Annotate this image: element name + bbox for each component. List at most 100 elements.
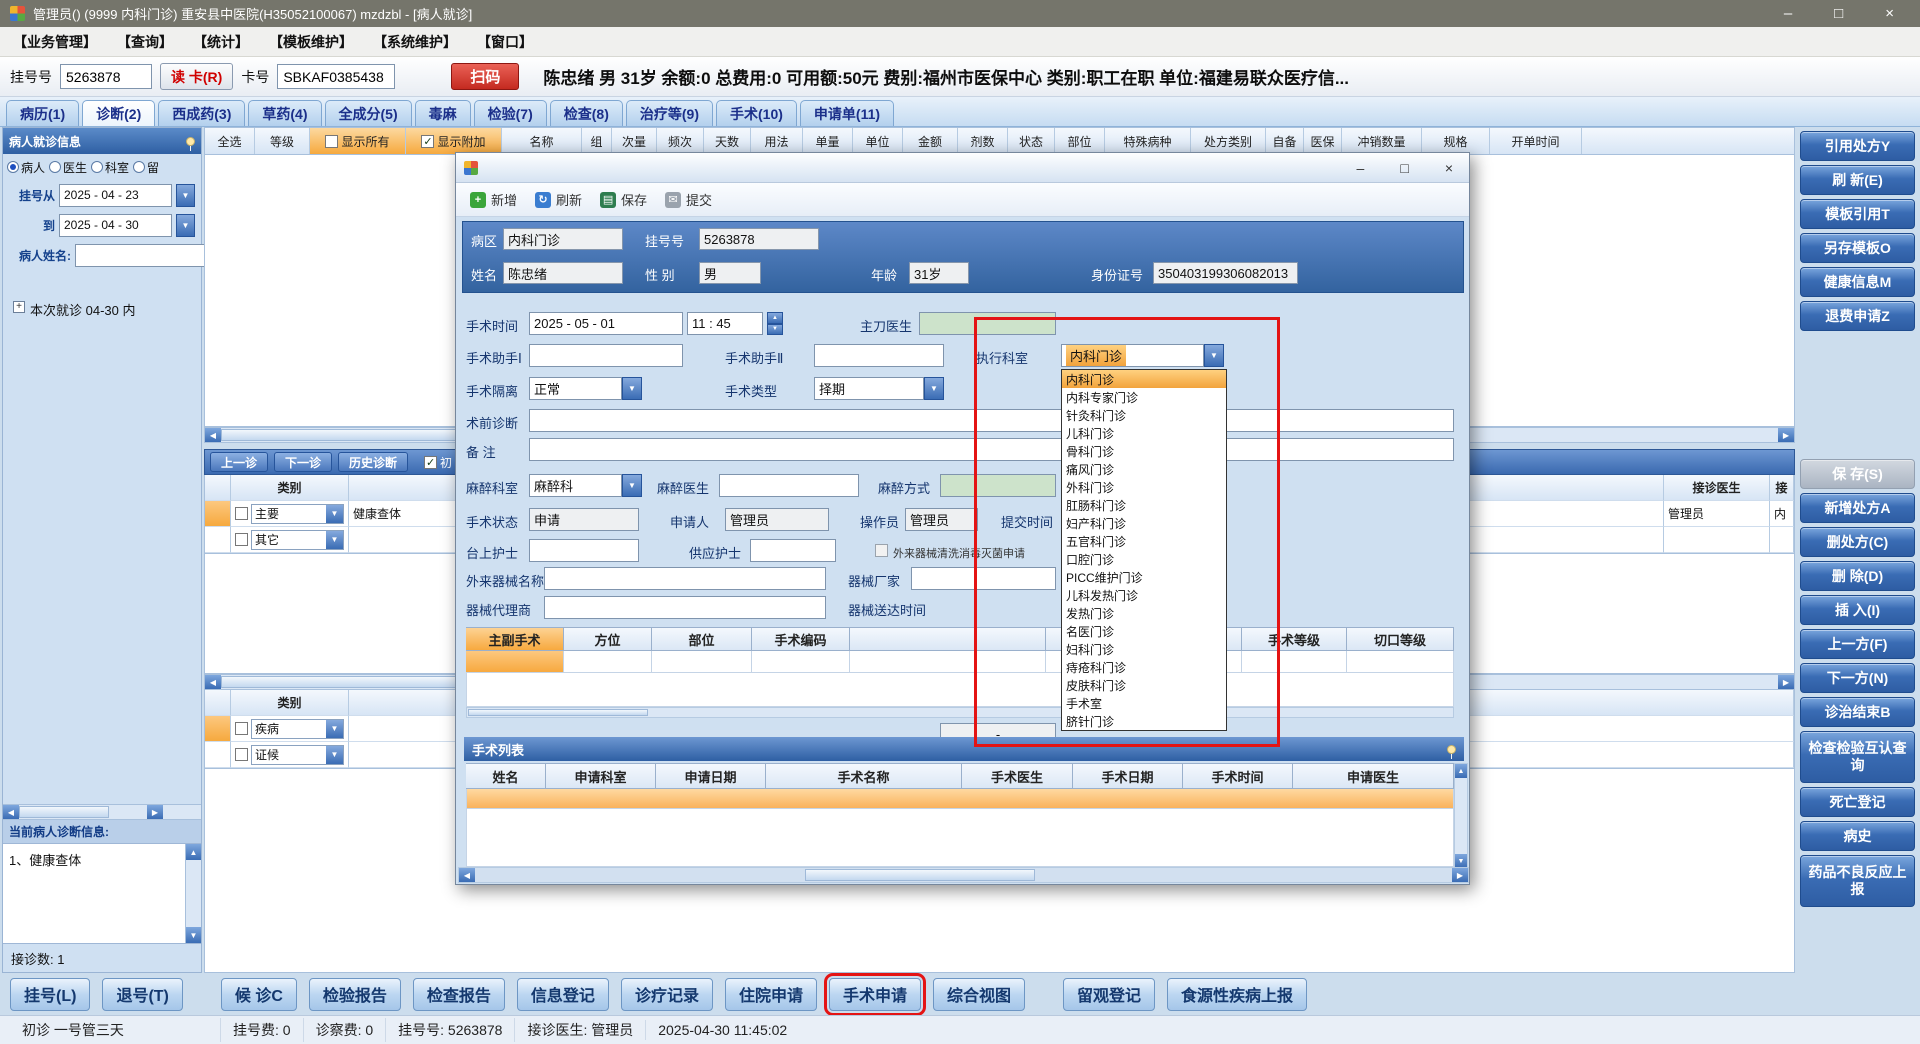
chevron-down-icon[interactable]: ▼ [326,530,343,549]
scrollbar-thumb[interactable] [19,806,109,818]
grid-column-header[interactable]: 特殊病种 [1105,128,1191,154]
spin-down-icon[interactable]: ▼ [767,323,783,335]
action-button[interactable]: 病史 [1800,821,1915,851]
bottom-bar-button[interactable]: 住院申请 [724,977,817,1011]
date-to-dropdown-icon[interactable]: ▼ [176,213,195,237]
assistant1-field[interactable] [529,344,683,367]
spin-up-icon[interactable]: ▲ [767,312,783,324]
dropdown-option[interactable]: 儿科发热门诊 [1062,586,1226,604]
category-combo[interactable]: 疾病 ▼ [251,718,344,739]
maximize-icon[interactable]: □ [1834,5,1843,22]
diagnosis-vertical-scrollbar[interactable]: ▲ ▼ [185,844,201,943]
action-button[interactable]: 删 除(D) [1800,561,1915,591]
note-field[interactable] [529,438,1454,461]
category-combo[interactable]: 主要 ▼ [251,503,344,524]
close-icon[interactable]: × [1885,5,1894,22]
action-button[interactable]: 死亡登记 [1800,787,1915,817]
grid-column-header[interactable]: 冲销数量 [1342,128,1422,154]
tree-expand-icon[interactable]: + [13,301,25,313]
read-card-button[interactable]: 读 卡(R) [160,63,234,90]
pin-icon[interactable] [186,136,195,151]
scrollbar-thumb[interactable] [468,709,648,716]
bottom-bar-button[interactable]: 留观登记 [1063,977,1156,1011]
dropdown-option[interactable]: 外科门诊 [1062,478,1226,496]
tab[interactable]: 诊断(2) [82,100,156,126]
bottom-bar-button[interactable]: 综合视图 [932,977,1025,1011]
filter-radio[interactable]: 科室 [91,159,129,176]
vendor-field[interactable] [911,567,1056,590]
date-from-dropdown-icon[interactable]: ▼ [176,183,195,207]
category-combo[interactable]: 其它 ▼ [251,529,344,550]
surgery-date-field[interactable]: 2025 - 05 - 01 [529,312,683,335]
action-button[interactable]: 另存模板O [1800,233,1915,263]
action-button[interactable]: 药品不良反应上报 [1800,855,1915,907]
minimize-icon[interactable]: – [1784,5,1792,22]
chevron-down-icon[interactable]: ▼ [622,377,642,400]
menu-item[interactable]: 【系统维护】 [366,29,464,55]
reg-no-input[interactable] [60,64,152,89]
prev-diagnosis-button[interactable]: 上一诊 [210,452,269,472]
tree-item[interactable]: 本次就诊 04-30 内 [30,300,135,319]
dropdown-option[interactable]: 脐针门诊 [1062,712,1226,730]
grid-column-header[interactable]: 次量 [612,128,657,154]
first-visit-toggle[interactable]: 初 [424,454,452,471]
menu-item[interactable]: 【窗口】 [470,29,540,55]
row-checkbox[interactable] [235,507,248,520]
sex-field[interactable]: 男 [699,262,761,284]
tab[interactable]: 病历(1) [6,100,80,126]
chevron-down-icon[interactable]: ▼ [326,745,343,764]
tab[interactable]: 检验(7) [473,100,547,126]
name-field[interactable]: 陈忠绪 [503,262,623,284]
grid-column-header[interactable]: 方位 [564,627,652,651]
grid-column-header[interactable]: 部位 [652,627,752,651]
agent-field[interactable] [544,596,826,619]
next-diagnosis-button[interactable]: 下一诊 [274,452,333,472]
grid-column-header[interactable]: 剂数 [958,128,1008,154]
category-header[interactable]: 类别 [231,690,349,716]
action-button[interactable]: 下一方(N) [1800,663,1915,693]
menu-item[interactable]: 【统计】 [186,29,256,55]
ext-instrument-name-field[interactable] [544,567,826,590]
dropdown-option[interactable]: 妇科门诊 [1062,640,1226,658]
list-vertical-scrollbar[interactable]: ▲ ▼ [1454,763,1468,869]
scroll-left-icon[interactable]: ◀ [3,805,19,819]
dropdown-option[interactable]: 儿科门诊 [1062,424,1226,442]
list-column-header[interactable]: 手术日期 [1073,763,1183,789]
clipped-header[interactable]: 接 [1770,475,1794,501]
grid-data-row[interactable] [466,651,1454,673]
exec-dept-combo[interactable]: 内科门诊 [1061,344,1204,367]
diagnosis-item[interactable]: 1、健康查体 [3,844,185,943]
anesthesia-method-field[interactable] [940,474,1056,497]
anesthesia-doctor-field[interactable] [719,474,859,497]
scroll-down-icon[interactable]: ▼ [186,927,201,943]
grid-column-header[interactable]: 单量 [803,128,853,154]
action-button[interactable]: 上一方(F) [1800,629,1915,659]
supply-nurse-field[interactable] [750,539,836,562]
chevron-down-icon[interactable]: ▼ [924,377,944,400]
tab[interactable]: 草药(4) [248,100,322,126]
grid-column-header[interactable]: 开单时间 [1490,128,1582,154]
list-column-header[interactable]: 手术医生 [962,763,1073,789]
unregister-button[interactable]: 退号(T) [102,977,183,1011]
action-button[interactable]: 新增处方A [1800,493,1915,523]
grid-column-header[interactable]: 名称 [502,128,582,154]
first-visit-checkbox[interactable] [424,455,438,469]
tab[interactable]: 手术(10) [716,100,797,126]
tab[interactable]: 检查(8) [549,100,623,126]
isolation-combo[interactable]: 正常 [529,377,622,400]
assistant2-field[interactable] [814,344,944,367]
action-button[interactable]: 引用处方Y [1800,131,1915,161]
scroll-up-icon[interactable]: ▲ [1455,764,1467,778]
scroll-up-icon[interactable]: ▲ [186,844,201,860]
surgery-clock-field[interactable]: 11 : 45 [687,312,763,335]
age-field[interactable]: 31岁 [909,262,969,284]
level-header[interactable]: 等级 [255,128,310,154]
show-all-checkbox[interactable] [325,134,339,148]
date-to-field[interactable]: 2025 - 04 - 30 [59,213,172,237]
toolbar-button[interactable]: + 新增 [470,190,517,209]
action-button[interactable]: 诊治结束B [1800,697,1915,727]
row-checkbox[interactable] [235,533,248,546]
left-horizontal-scrollbar[interactable]: ◀ ▶ [3,804,201,820]
bottom-bar-button[interactable]: 诊疗记录 [620,977,713,1011]
bottom-bar-button[interactable]: 手术申请 [823,972,926,1016]
